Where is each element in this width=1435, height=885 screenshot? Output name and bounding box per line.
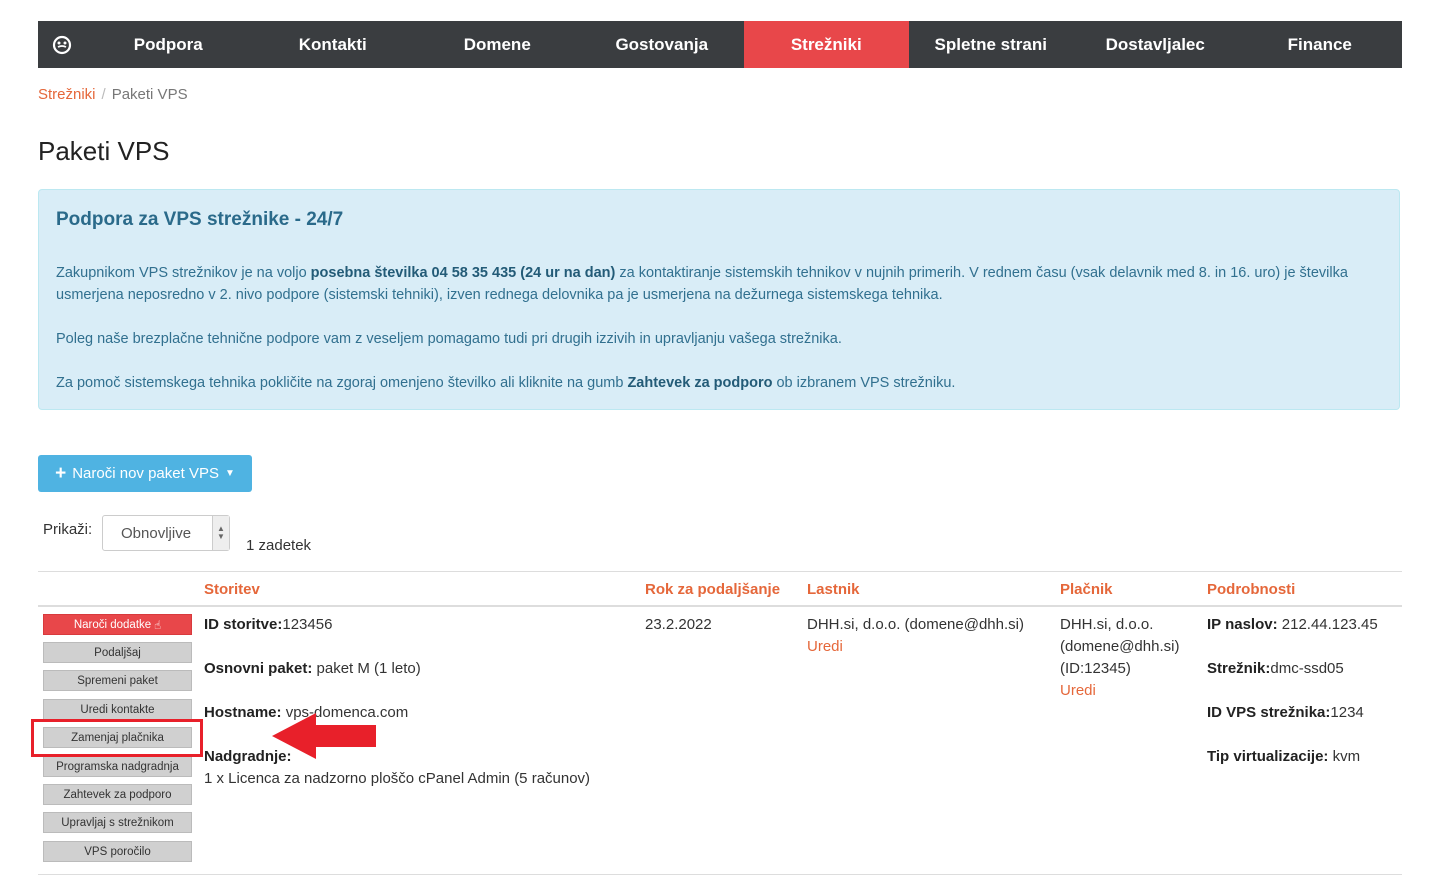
nav-item-strezniki[interactable]: Strežniki [744, 21, 909, 68]
table-header-divider [38, 605, 1402, 607]
payer-email: (domene@dhh.si) [1060, 638, 1180, 655]
table-bottom-divider [38, 874, 1402, 875]
vps-id-value: 1234 [1330, 704, 1364, 721]
breadcrumb-separator: / [101, 86, 106, 103]
table-top-divider [38, 571, 1402, 572]
support-request-button[interactable]: Zahtevek za podporo [43, 784, 192, 805]
service-id-label: ID storitve: [204, 616, 283, 633]
caret-down-icon: ▼ [224, 468, 235, 479]
column-header-payer: Plačnik [1060, 581, 1113, 598]
vps-id-label: ID VPS strežnika: [1207, 704, 1331, 721]
payer-name: DHH.si, d.o.o. [1060, 616, 1154, 633]
software-upgrade-button[interactable]: Programska nadgradnja [43, 756, 192, 777]
column-header-details: Podrobnosti [1207, 581, 1296, 598]
page-title: Paketi VPS [38, 136, 170, 166]
alert-title: Podpora za VPS strežnike - 24/7 [56, 209, 344, 230]
server-value: dmc-ssd05 [1270, 660, 1344, 677]
owner-name: DHH.si, d.o.o. (domene@dhh.si) [807, 616, 1024, 633]
nav-item-finance[interactable]: Finance [1238, 21, 1403, 68]
ip-value: 212.44.123.45 [1281, 616, 1378, 633]
hand-pointer-icon: ☝ [154, 619, 162, 632]
alert-paragraph-3: Za pomoč sistemskega tehnika pokličite n… [56, 372, 1382, 394]
payer-id: (ID:12345) [1060, 660, 1131, 677]
ip-label: IP naslov: [1207, 616, 1278, 633]
payer-edit-link[interactable]: Uredi [1060, 680, 1096, 702]
breadcrumb-link-strezniki[interactable]: Strežniki [38, 86, 96, 103]
annotation-arrow-icon [272, 713, 376, 759]
nav-item-gostovanja[interactable]: Gostovanja [580, 21, 745, 68]
base-package-label: Osnovni paket: [204, 660, 313, 677]
renewal-date: 23.2.2022 [645, 616, 712, 633]
virtualization-label: Tip virtualizacije: [1207, 748, 1329, 765]
column-header-owner: Lastnik [807, 581, 860, 598]
vps-report-button[interactable]: VPS poročilo [43, 841, 192, 862]
select-arrows-icon: ▲ ▼ [212, 516, 229, 550]
order-addons-button[interactable]: Naroči dodatke ☝ [43, 614, 192, 635]
edit-contacts-button[interactable]: Uredi kontakte [43, 699, 192, 720]
alert-phone-number: posebna številka 04 58 35 435 (24 ur na … [310, 265, 616, 281]
nav-item-spletne-strani[interactable]: Spletne strani [909, 21, 1074, 68]
column-header-service: Storitev [204, 581, 260, 598]
service-id-value: 123456 [282, 616, 333, 633]
alert-text: Za pomoč sistemskega tehnika pokličite n… [56, 375, 628, 391]
breadcrumb-current: Paketi VPS [111, 86, 188, 103]
manage-server-button[interactable]: Upravljaj s strežnikom [43, 812, 192, 833]
order-button-label: Naroči nov paket VPS [72, 465, 219, 482]
nav-item-kontakti[interactable]: Kontakti [251, 21, 416, 68]
vps-id: ID VPS strežnika:1234 [1207, 702, 1364, 724]
alert-paragraph-1: Zakupnikom VPS strežnikov je na voljo po… [56, 262, 1382, 306]
order-addons-label: Naroči dodatke [73, 618, 152, 631]
nav-item-dostavljalec[interactable]: Dostavljalec [1073, 21, 1238, 68]
change-package-button[interactable]: Spremeni paket [43, 670, 192, 691]
owner-edit-link[interactable]: Uredi [807, 636, 843, 658]
upgrades-value: 1 x Licenca za nadzorno ploščo cPanel Ad… [204, 770, 591, 787]
filter-select[interactable]: Obnovljive ▲ ▼ [102, 515, 230, 551]
result-count: 1 zadetek [246, 537, 312, 554]
ip-address: IP naslov: 212.44.123.45 [1207, 614, 1378, 636]
hostname-label: Hostname: [204, 704, 282, 721]
column-header-renewal: Rok za podaljšanje [645, 581, 781, 598]
alert-support-ref: Zahtevek za podporo [627, 375, 773, 391]
base-package: Osnovni paket: paket M (1 leto) [204, 658, 421, 680]
nav-item-podpora[interactable]: Podpora [86, 21, 251, 68]
virtualization-value: kvm [1332, 748, 1361, 765]
service-id: ID storitve:123456 [204, 614, 332, 636]
renew-button[interactable]: Podaljšaj [43, 642, 192, 663]
annotation-highlight-box [31, 719, 203, 757]
order-new-vps-button[interactable]: + Naroči nov paket VPS ▼ [38, 455, 252, 492]
alert-text: Zakupnikom VPS strežnikov je na voljo [56, 265, 311, 281]
breadcrumb: Strežniki / Paketi VPS [38, 86, 188, 103]
alert-text: ob izbranem VPS strežniku. [772, 375, 956, 391]
support-info-alert: Podpora za VPS strežnike - 24/7 Zakupnik… [38, 189, 1400, 410]
base-package-value: paket M (1 leto) [316, 660, 421, 677]
brand-logo-icon[interactable] [38, 21, 86, 68]
plus-icon: + [55, 463, 67, 484]
filter-selected-value: Obnovljive [121, 524, 192, 542]
server-label: Strežnik: [1207, 660, 1271, 677]
filter-label: Prikaži: [43, 521, 93, 538]
virtualization-type: Tip virtualizacije: kvm [1207, 746, 1360, 768]
server-name: Strežnik:dmc-ssd05 [1207, 658, 1344, 680]
main-navbar: Podpora Kontakti Domene Gostovanja Strež… [38, 21, 1402, 68]
nav-item-domene[interactable]: Domene [415, 21, 580, 68]
alert-paragraph-2: Poleg naše brezplačne tehnične podpore v… [56, 331, 842, 347]
